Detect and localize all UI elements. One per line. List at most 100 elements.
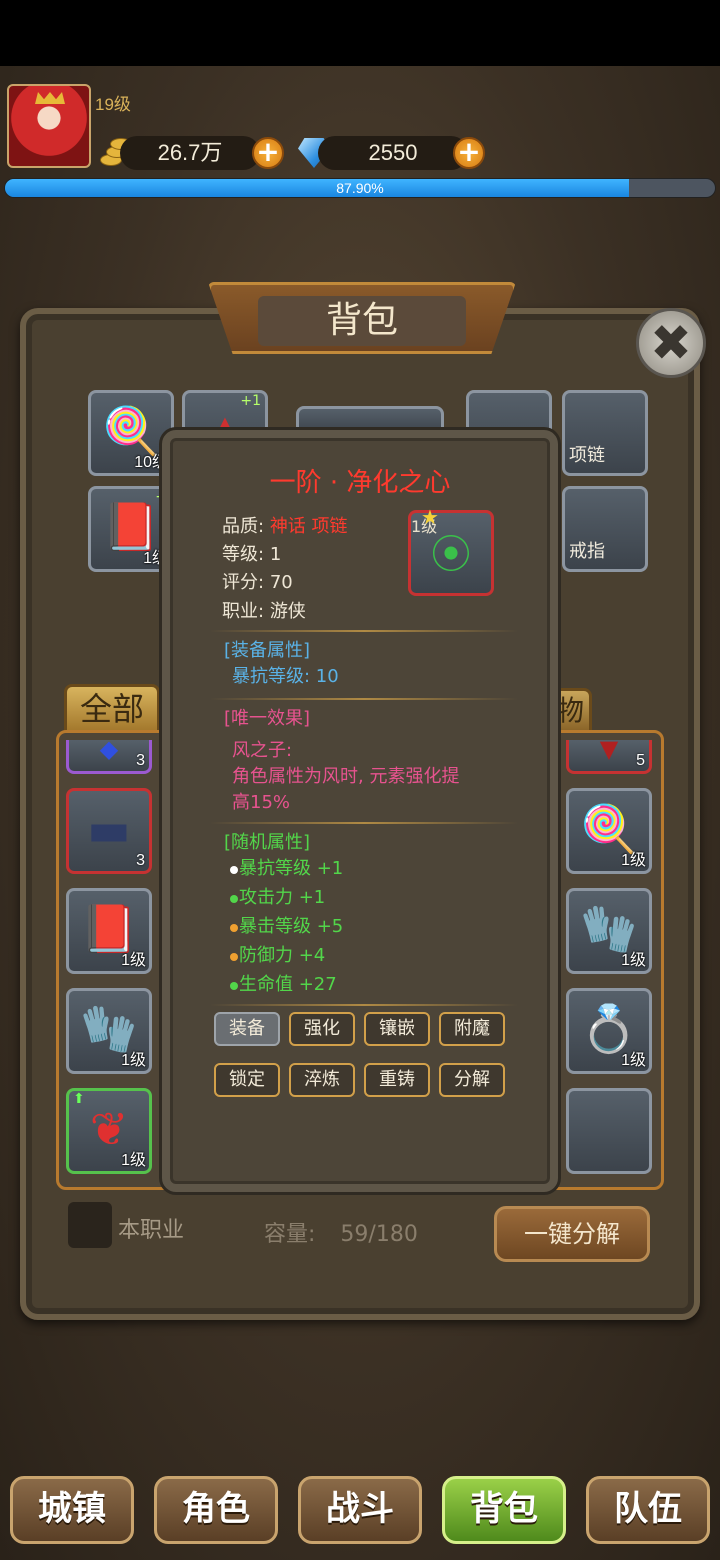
slot-label: 戒指 — [569, 541, 605, 562]
divider — [210, 1004, 518, 1006]
class-filter-checkbox[interactable] — [68, 1202, 112, 1248]
crown-icon — [35, 92, 65, 104]
random-attr-text: 生命值 +27 — [239, 974, 337, 995]
item-level: 1级 — [121, 952, 146, 969]
recast-button[interactable]: 重铸 — [364, 1063, 430, 1097]
unique-effect-header: [唯一效果] — [224, 708, 311, 729]
score-row: 评分: 70 — [222, 568, 293, 594]
nav-team[interactable]: 队伍 — [586, 1476, 710, 1544]
class-value: 游侠 — [269, 601, 306, 622]
enhance-button[interactable]: 强化 — [289, 1012, 355, 1046]
random-attr-row: 攻击力 +1 — [230, 883, 325, 909]
decompose-button[interactable]: 分解 — [439, 1063, 505, 1097]
star-bullet-icon — [230, 924, 238, 932]
unique-effect-desc-2: 高15% — [232, 792, 291, 813]
star-bullet-icon — [230, 953, 238, 961]
unique-effect-name: 风之子: — [232, 740, 293, 761]
item-quantity: 3 — [136, 752, 145, 769]
class-row: 职业: 游侠 — [222, 597, 306, 623]
panel-title: 背包 — [258, 296, 466, 346]
divider — [210, 698, 518, 700]
level-label: 等级: — [222, 544, 265, 565]
decompose-all-button[interactable]: 一键分解 — [494, 1206, 650, 1262]
gem-amount: 2550 — [318, 136, 468, 170]
score-label: 评分: — [222, 572, 265, 593]
level-value: 1 — [269, 544, 282, 565]
item-preview: ★ ⦿ 1级 — [408, 505, 494, 596]
inventory-item[interactable]: 🧤 1级 — [566, 888, 652, 974]
random-attr-text: 攻击力 +1 — [239, 887, 326, 908]
inventory-item[interactable]: 💍 1级 — [566, 988, 652, 1074]
inventory-item-empty[interactable] — [566, 1088, 652, 1174]
capacity-value: 59/180 — [340, 1222, 418, 1247]
temper-button[interactable]: 淬炼 — [289, 1063, 355, 1097]
chest-icon: ▬ — [87, 802, 131, 857]
potion-icon: ◆ — [99, 735, 119, 764]
star-bullet-icon — [230, 982, 238, 990]
equip-attr-header: [装备属性] — [224, 640, 311, 661]
divider — [210, 630, 518, 632]
item-level: 1级 — [121, 1052, 146, 1069]
quality-label: 品质: — [222, 516, 265, 537]
item-level: 1级 — [621, 1052, 646, 1069]
item-level: 1级 — [621, 852, 646, 869]
inlay-button[interactable]: 镶嵌 — [364, 1012, 430, 1046]
random-attr-header: [随机属性] — [224, 832, 311, 853]
player-level: 19级 — [95, 95, 131, 114]
random-attr-row: 防御力 +4 — [230, 941, 325, 967]
random-attr-text: 暴抗等级 +1 — [239, 858, 344, 879]
inventory-item[interactable]: ◆ 3 — [66, 735, 152, 774]
experience-label: 87.90% — [336, 180, 384, 196]
score-value: 70 — [269, 572, 293, 593]
random-attr-row: 生命值 +27 — [230, 970, 337, 996]
star-bullet-icon — [230, 895, 238, 903]
inventory-item[interactable]: ▬ 3 — [66, 788, 152, 874]
level-row: 等级: 1 — [222, 540, 281, 566]
player-avatar[interactable] — [7, 84, 91, 168]
upgrade-arrow-icon: ⬆ — [73, 1091, 85, 1107]
random-attr-text: 暴击等级 +5 — [239, 916, 344, 937]
nav-battle[interactable]: 战斗 — [298, 1476, 422, 1544]
necklace-icon: ⦿ — [431, 532, 471, 579]
random-attr-text: 防御力 +4 — [239, 945, 326, 966]
close-button[interactable]: ✖ — [636, 308, 706, 378]
inventory-item[interactable]: 📕 1级 — [66, 888, 152, 974]
gold-amount: 26.7万 — [120, 136, 260, 170]
inventory-item[interactable]: ▼ 5 — [566, 735, 652, 774]
nav-character[interactable]: 角色 — [154, 1476, 278, 1544]
equip-button[interactable]: 装备 — [214, 1012, 280, 1046]
add-gold-button[interactable]: + — [252, 137, 284, 169]
item-level: 1级 — [621, 952, 646, 969]
item-quantity: 5 — [636, 752, 645, 769]
upgrade-indicator: +1 — [240, 393, 261, 409]
inventory-item[interactable]: 🧤 1级 — [66, 988, 152, 1074]
experience-bar: 87.90% — [4, 178, 716, 198]
star-bullet-icon — [230, 866, 238, 874]
enchant-button[interactable]: 附魔 — [439, 1012, 505, 1046]
slot-label: 项链 — [569, 445, 605, 466]
unique-effect-desc: 角色属性为风时, 元素强化提 — [232, 766, 460, 787]
equip-attr-value: 暴抗等级: 10 — [232, 666, 339, 687]
item-title: 一阶 · 净化之心 — [269, 468, 451, 498]
tab-all[interactable]: 全部 — [64, 684, 160, 734]
divider — [210, 822, 518, 824]
quality-row: 品质: 神话 项链 — [222, 512, 348, 538]
class-label: 职业: — [222, 601, 265, 622]
equip-slot-necklace[interactable]: 项链 — [562, 390, 648, 476]
inventory-item[interactable]: ⬆ ❦ 1级 — [66, 1088, 152, 1174]
class-filter-label: 本职业 — [118, 1218, 185, 1243]
item-level: 1级 — [121, 1152, 146, 1169]
quality-value: 神话 项链 — [269, 516, 348, 537]
inventory-item[interactable]: 🍭 1级 — [566, 788, 652, 874]
nav-town[interactable]: 城镇 — [10, 1476, 134, 1544]
add-gem-button[interactable]: + — [453, 137, 485, 169]
lock-button[interactable]: 锁定 — [214, 1063, 280, 1097]
status-bar — [0, 0, 720, 66]
cape-icon: ▼ — [599, 735, 619, 764]
item-quantity: 3 — [136, 852, 145, 869]
capacity-label: 容量: — [264, 1222, 316, 1247]
equip-slot-ring[interactable]: 戒指 — [562, 486, 648, 572]
random-attr-row: 暴击等级 +5 — [230, 912, 343, 938]
nav-backpack[interactable]: 背包 — [442, 1476, 566, 1544]
capacity-display: 容量: 59/180 — [264, 1216, 418, 1248]
